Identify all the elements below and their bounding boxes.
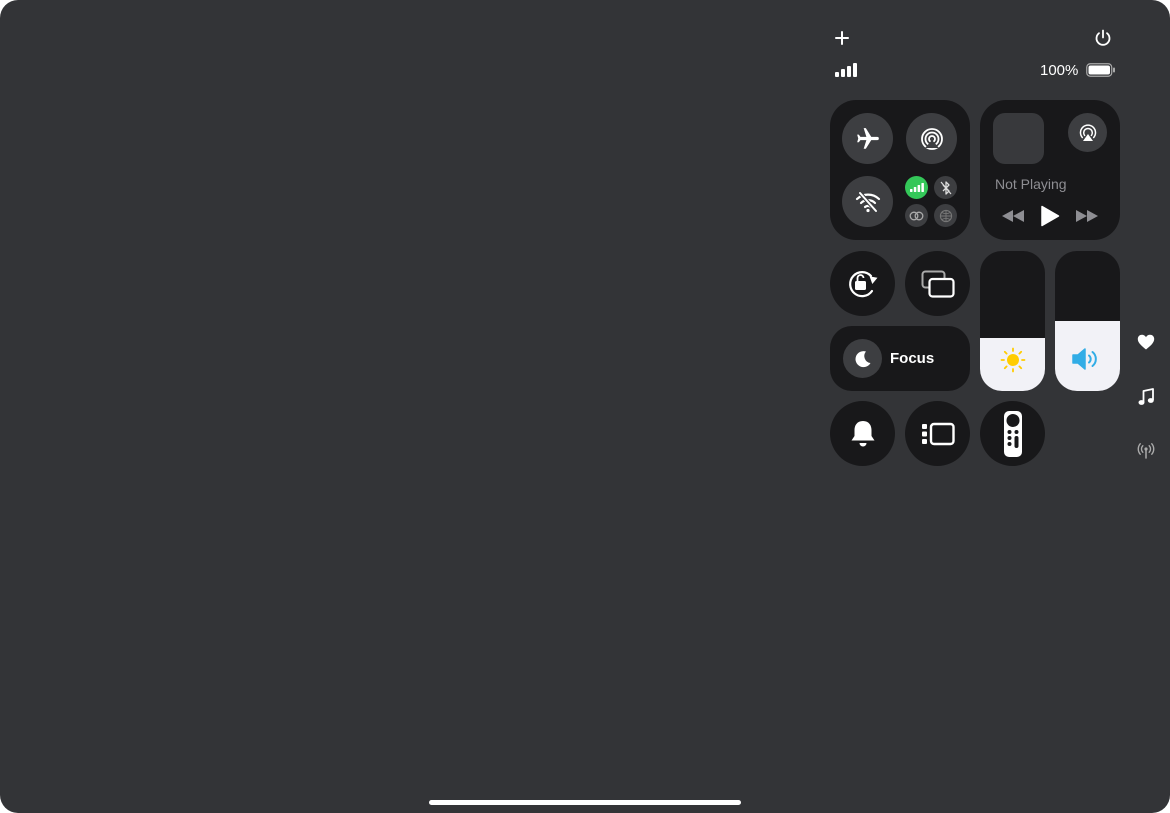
music-page-indicator[interactable] bbox=[1134, 386, 1158, 408]
apple-tv-remote-button[interactable] bbox=[980, 401, 1045, 466]
cellular-signal bbox=[835, 63, 857, 77]
airdrop-icon bbox=[920, 127, 943, 150]
wifi-off-icon bbox=[855, 191, 880, 212]
stage-manager-button[interactable] bbox=[905, 401, 970, 466]
screen-mirroring-button[interactable] bbox=[905, 251, 970, 316]
volume-slider[interactable] bbox=[1055, 251, 1120, 391]
plus-icon bbox=[835, 31, 849, 45]
cellular-bars-icon bbox=[909, 183, 924, 192]
heart-icon bbox=[1137, 334, 1155, 350]
control-center-screen: 100% Not Playing Focus bbox=[0, 0, 1170, 813]
battery-indicator bbox=[1086, 63, 1116, 77]
focus-moon-badge bbox=[843, 339, 882, 378]
airdrop-toggle[interactable] bbox=[906, 113, 957, 164]
cellular-data-toggle[interactable] bbox=[905, 176, 928, 199]
power-button[interactable] bbox=[1091, 26, 1115, 50]
album-artwork bbox=[993, 113, 1044, 164]
moon-icon bbox=[855, 350, 870, 367]
home-indicator[interactable] bbox=[429, 800, 741, 805]
airplay-button[interactable] bbox=[1068, 113, 1107, 152]
music-note-icon bbox=[1138, 388, 1154, 405]
airplane-mode-toggle[interactable] bbox=[842, 113, 893, 164]
play-icon bbox=[1041, 205, 1060, 227]
focus-button[interactable]: Focus bbox=[830, 326, 970, 391]
globe-icon bbox=[939, 209, 952, 222]
silent-mode-toggle[interactable] bbox=[830, 401, 895, 466]
airplay-audio-icon bbox=[1079, 123, 1096, 141]
connectivity-page-indicator[interactable] bbox=[1134, 440, 1158, 462]
backward-icon bbox=[1002, 210, 1024, 222]
forward-icon bbox=[1076, 210, 1098, 222]
hotspot-link-icon bbox=[909, 211, 924, 220]
vpn-toggle[interactable] bbox=[934, 204, 957, 227]
speaker-wave-icon bbox=[1072, 348, 1097, 370]
bluetooth-toggle[interactable] bbox=[934, 176, 957, 199]
brightness-slider[interactable] bbox=[980, 251, 1045, 391]
now-playing-title: Not Playing bbox=[995, 176, 1067, 192]
favorites-page-indicator[interactable] bbox=[1134, 331, 1158, 353]
remote-icon bbox=[1003, 410, 1022, 457]
rotation-lock-icon bbox=[848, 270, 877, 297]
rewind-button[interactable] bbox=[999, 204, 1027, 228]
wifi-toggle[interactable] bbox=[842, 176, 893, 227]
stage-manager-icon bbox=[921, 422, 955, 445]
fast-forward-button[interactable] bbox=[1073, 204, 1101, 228]
bell-icon bbox=[851, 420, 874, 446]
airplane-icon bbox=[856, 127, 879, 149]
personal-hotspot-toggle[interactable] bbox=[905, 204, 928, 227]
antenna-icon bbox=[1137, 443, 1155, 459]
signal-bars-icon bbox=[835, 63, 857, 77]
battery-percentage: 100% bbox=[1040, 62, 1079, 79]
power-icon bbox=[1095, 29, 1111, 46]
now-playing-module: Not Playing bbox=[980, 100, 1120, 240]
orientation-lock-toggle[interactable] bbox=[830, 251, 895, 316]
bluetooth-off-icon bbox=[940, 180, 951, 195]
sun-icon bbox=[1000, 347, 1026, 373]
volume-speaker-badge bbox=[1071, 345, 1103, 373]
connectivity-module bbox=[830, 100, 970, 240]
play-button[interactable] bbox=[1036, 202, 1064, 230]
add-control-button[interactable] bbox=[830, 26, 854, 50]
brightness-sun-badge bbox=[1000, 347, 1026, 373]
screen-mirroring-icon bbox=[921, 270, 955, 298]
battery-icon bbox=[1086, 63, 1115, 77]
focus-label: Focus bbox=[890, 350, 935, 367]
